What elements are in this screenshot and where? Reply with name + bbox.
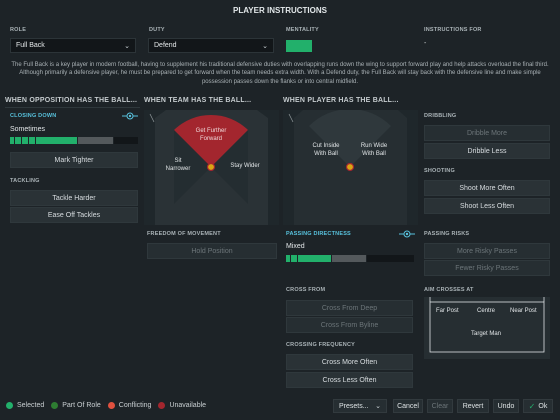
legend-part-of-role: Part Of Role: [62, 402, 101, 409]
conflicting-dot: [107, 402, 115, 409]
role-description: The Full Back is a key player in modern …: [11, 62, 549, 85]
far-post-button[interactable]: Far Post: [436, 308, 459, 314]
legend-selected: Selected: [17, 402, 45, 409]
cross-from-byline-button[interactable]: Cross From Byline: [286, 317, 413, 333]
undo-button[interactable]: Undo: [493, 399, 519, 413]
role-label: ROLE: [10, 27, 27, 33]
duty-value: Defend: [154, 42, 177, 49]
section-player: WHEN PLAYER HAS THE BALL...: [283, 97, 399, 104]
cross-from-deep-button[interactable]: Cross From Deep: [286, 300, 413, 316]
ease-off-tackles-button[interactable]: Ease Off Tackles: [10, 207, 138, 223]
presets-label: Presets...: [339, 402, 369, 410]
section-opposition: WHEN OPPOSITION HAS THE BALL...: [5, 97, 138, 104]
page-title: PLAYER INSTRUCTIONS: [233, 6, 327, 15]
revert-button[interactable]: Revert: [457, 399, 489, 413]
chevron-down-icon: ⌄: [262, 42, 268, 50]
dribble-less-button[interactable]: Dribble Less: [424, 143, 550, 159]
role-select[interactable]: Full Back ⌄: [10, 38, 136, 53]
near-post-button[interactable]: Near Post: [510, 308, 537, 314]
mentality-indicator: [286, 40, 312, 52]
stay-wider-button[interactable]: Stay Wider: [227, 163, 263, 171]
ok-button[interactable]: ✓ Ok: [523, 399, 553, 413]
legend: Selected Part Of Role Conflicting Unavai…: [6, 402, 206, 409]
mentality-label: MENTALITY: [286, 27, 319, 33]
passing-risks-label: PASSING RISKS: [424, 231, 470, 237]
team-pitch: Get Further Forward Sit Narrower Stay Wi…: [144, 110, 279, 225]
aim-crosses-pitch: Far Post Centre Near Post Target Man: [424, 297, 550, 359]
ok-label: Ok: [538, 402, 548, 410]
closing-down-label: CLOSING DOWN: [10, 113, 57, 119]
closing-down-slider[interactable]: [10, 137, 139, 144]
mark-tighter-button[interactable]: Mark Tighter: [10, 152, 138, 168]
shooting-label: SHOOTING: [424, 168, 455, 174]
run-wide-button[interactable]: Run Wide With Ball: [356, 143, 392, 158]
aim-crosses-label: AIM CROSSES AT: [424, 287, 474, 293]
hold-position-button[interactable]: Hold Position: [147, 243, 277, 259]
selected-dot: [6, 402, 13, 409]
role-value: Full Back: [16, 42, 45, 49]
passing-directness-value: Mixed: [286, 243, 305, 250]
cancel-button[interactable]: Cancel: [393, 399, 423, 413]
fewer-risky-passes-button[interactable]: Fewer Risky Passes: [424, 260, 550, 276]
legend-conflicting: Conflicting: [118, 402, 152, 409]
dribble-more-button[interactable]: Dribble More: [424, 125, 550, 141]
instructions-for-value: -: [424, 40, 427, 47]
more-risky-passes-button[interactable]: More Risky Passes: [424, 243, 550, 259]
player-pitch: Cut Inside With Ball Run Wide With Ball: [283, 109, 418, 225]
legend-unavailable: Unavailable: [169, 402, 207, 409]
target-man-button[interactable]: Target Man: [471, 331, 501, 337]
passing-directness-label: PASSING DIRECTNESS: [286, 231, 351, 237]
part-of-role-dot: [51, 402, 59, 409]
instructions-for-label: INSTRUCTIONS FOR: [424, 27, 482, 33]
target-icon[interactable]: [122, 112, 138, 120]
chevron-down-icon: ⌄: [375, 403, 381, 410]
unavailable-dot: [158, 402, 166, 409]
cross-more-often-button[interactable]: Cross More Often: [286, 354, 413, 370]
sit-narrower-button[interactable]: Sit Narrower: [162, 158, 194, 173]
shoot-less-often-button[interactable]: Shoot Less Often: [424, 198, 550, 214]
cut-inside-button[interactable]: Cut Inside With Ball: [309, 143, 343, 158]
cross-less-often-button[interactable]: Cross Less Often: [286, 372, 413, 388]
presets-button[interactable]: Presets... ⌄: [333, 399, 387, 413]
dribbling-label: DRIBBLING: [424, 113, 457, 119]
duty-select[interactable]: Defend ⌄: [148, 38, 274, 53]
shoot-more-often-button[interactable]: Shoot More Often: [424, 180, 550, 196]
duty-label: DUTY: [149, 27, 165, 33]
closing-down-value: Sometimes: [10, 126, 46, 133]
centre-button[interactable]: Centre: [477, 308, 495, 314]
freedom-label: FREEDOM OF MOVEMENT: [147, 231, 221, 237]
passing-directness-slider[interactable]: [286, 255, 414, 262]
check-icon: ✓: [528, 401, 536, 411]
get-further-forward-button[interactable]: Get Further Forward: [191, 128, 231, 143]
clear-button[interactable]: Clear: [427, 399, 453, 413]
tackling-label: TACKLING: [10, 178, 40, 184]
cross-from-label: CROSS FROM: [286, 287, 326, 293]
tackle-harder-button[interactable]: Tackle Harder: [10, 190, 138, 206]
chevron-down-icon: ⌄: [124, 42, 130, 50]
crossing-frequency-label: CROSSING FREQUENCY: [286, 342, 355, 348]
section-team: WHEN TEAM HAS THE BALL...: [144, 97, 252, 104]
target-icon[interactable]: [399, 230, 415, 238]
